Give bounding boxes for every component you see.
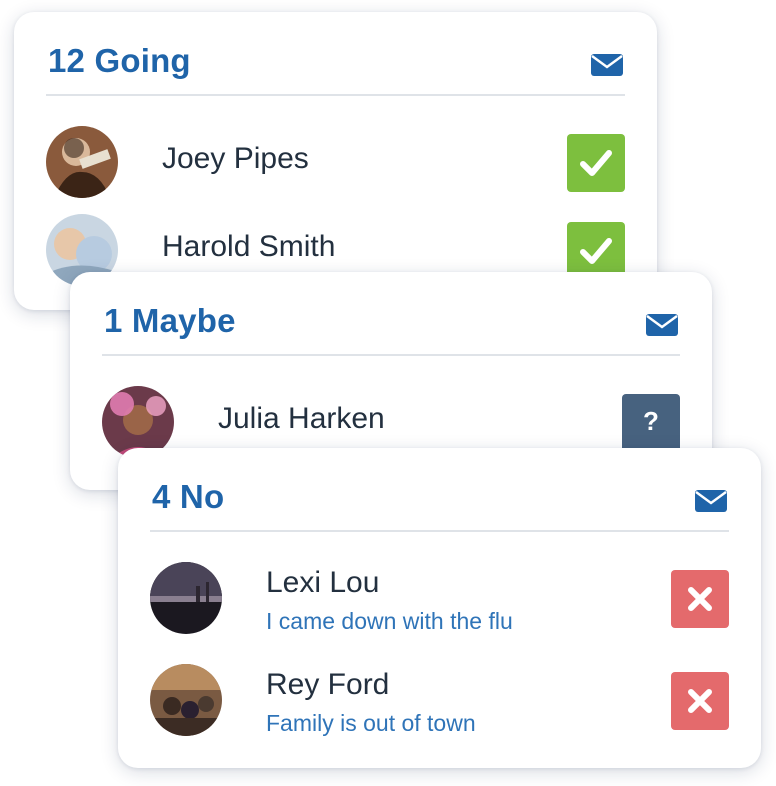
going-title: 12 Going [48,42,191,79]
mail-icon[interactable] [646,314,678,336]
maybe-card-header: 1 Maybe [102,298,680,356]
no-card: 4 No Lexi Lou I came down with the flu R… [118,448,761,768]
attendee-name: Harold Smith [162,230,336,263]
no-card-header: 4 No [150,474,729,532]
x-icon [688,587,712,611]
no-status-button[interactable] [671,570,729,628]
avatar [150,664,222,736]
no-title: 4 No [152,478,225,515]
attendee-note: I came down with the flu [266,608,513,634]
maybe-title: 1 Maybe [104,302,236,339]
attendee-name: Lexi Lou [266,566,380,599]
avatar [46,126,118,198]
mail-icon[interactable] [591,54,623,76]
attendee-name: Rey Ford [266,668,390,701]
question-icon: ? [643,406,659,436]
mail-icon[interactable] [695,490,727,512]
maybe-status-button[interactable]: ? [622,394,680,452]
check-icon [580,150,612,176]
attendee-name: Julia Harken [218,402,385,435]
attendee-note: Family is out of town [266,710,476,736]
no-status-button[interactable] [671,672,729,730]
going-card: 12 Going Joey Pipes Harold Smith [14,12,657,310]
attendee-row: Lexi Lou I came down with the flu [150,562,729,636]
going-status-button[interactable] [567,134,625,192]
attendee-row: Rey Ford Family is out of town [150,664,729,738]
going-card-header: 12 Going [46,38,625,96]
avatar [150,562,222,634]
attendee-name: Joey Pipes [162,142,309,175]
attendee-row: Joey Pipes [46,126,625,200]
x-icon [688,689,712,713]
